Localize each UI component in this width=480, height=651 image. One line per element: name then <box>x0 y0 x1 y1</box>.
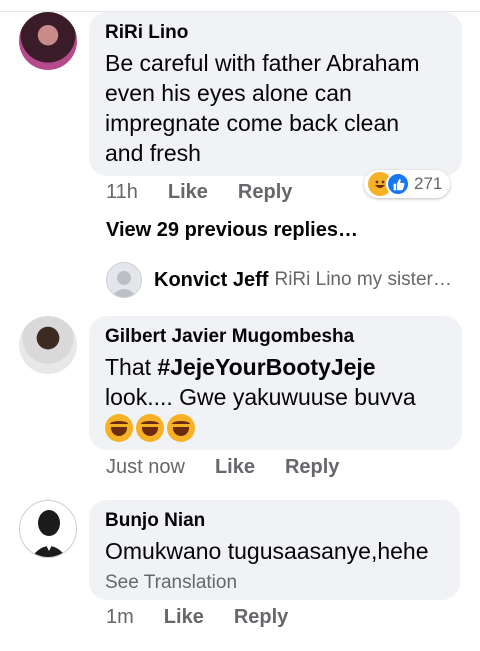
comment-text: Omukwano tugusaasanye,hehe <box>105 538 429 564</box>
avatar[interactable] <box>19 500 77 558</box>
comment-time[interactable]: 1m <box>106 606 134 629</box>
laughing-emoji-icon <box>167 414 195 442</box>
comment-author[interactable]: Gilbert Javier Mugombesha <box>105 326 446 348</box>
default-avatar-icon <box>106 262 142 298</box>
like-button[interactable]: Like <box>215 456 255 479</box>
avatar[interactable] <box>19 12 77 70</box>
comment-time[interactable]: 11h <box>106 181 138 204</box>
comment-text-line2: look.... Gwe yakuwuuse buvva <box>105 384 416 410</box>
comment-actions: 1m Like Reply <box>106 606 318 629</box>
comment-bubble: RiRi Lino Be careful with father Abraham… <box>89 12 462 176</box>
like-button[interactable]: Like <box>168 181 208 204</box>
reply-author[interactable]: Konvict Jeff <box>154 269 268 292</box>
laughing-emoji-icon <box>136 414 164 442</box>
comment-text-prefix: That <box>105 354 158 380</box>
comment-actions: 11h Like Reply <box>106 181 322 204</box>
comment-time[interactable]: Just now <box>106 456 185 479</box>
comment-author[interactable]: RiRi Lino <box>105 22 446 44</box>
reaction-summary[interactable]: 271 <box>364 170 451 198</box>
comment-text: That #JejeYourBootyJeje <box>105 352 446 382</box>
reply-button[interactable]: Reply <box>285 456 339 479</box>
laughing-emoji-icon <box>105 414 133 442</box>
avatar[interactable] <box>19 316 77 374</box>
view-previous-replies-link[interactable]: View 29 previous replies… <box>106 219 358 242</box>
reply-snippet: RiRi Lino my sister… <box>274 269 452 290</box>
comment-author[interactable]: Bunjo Nian <box>105 510 444 532</box>
like-icon <box>386 172 410 196</box>
reaction-count: 271 <box>414 174 443 193</box>
reply-button[interactable]: Reply <box>238 181 292 204</box>
see-translation-link[interactable]: See Translation <box>105 572 444 594</box>
comment-bubble: Gilbert Javier Mugombesha That #JejeYour… <box>89 316 462 450</box>
comment-actions: Just now Like Reply <box>106 456 369 479</box>
comment-bubble: Bunjo Nian Omukwano tugusaasanye,hehe Se… <box>89 500 460 600</box>
hashtag-link[interactable]: #JejeYourBootyJeje <box>157 354 375 380</box>
reply-preview[interactable]: Konvict Jeff RiRi Lino my sister… <box>106 262 452 298</box>
reply-button[interactable]: Reply <box>234 606 288 629</box>
emoji-row <box>105 414 446 442</box>
comment-text: Be careful with father Abraham even his … <box>105 50 420 166</box>
like-button[interactable]: Like <box>164 606 204 629</box>
